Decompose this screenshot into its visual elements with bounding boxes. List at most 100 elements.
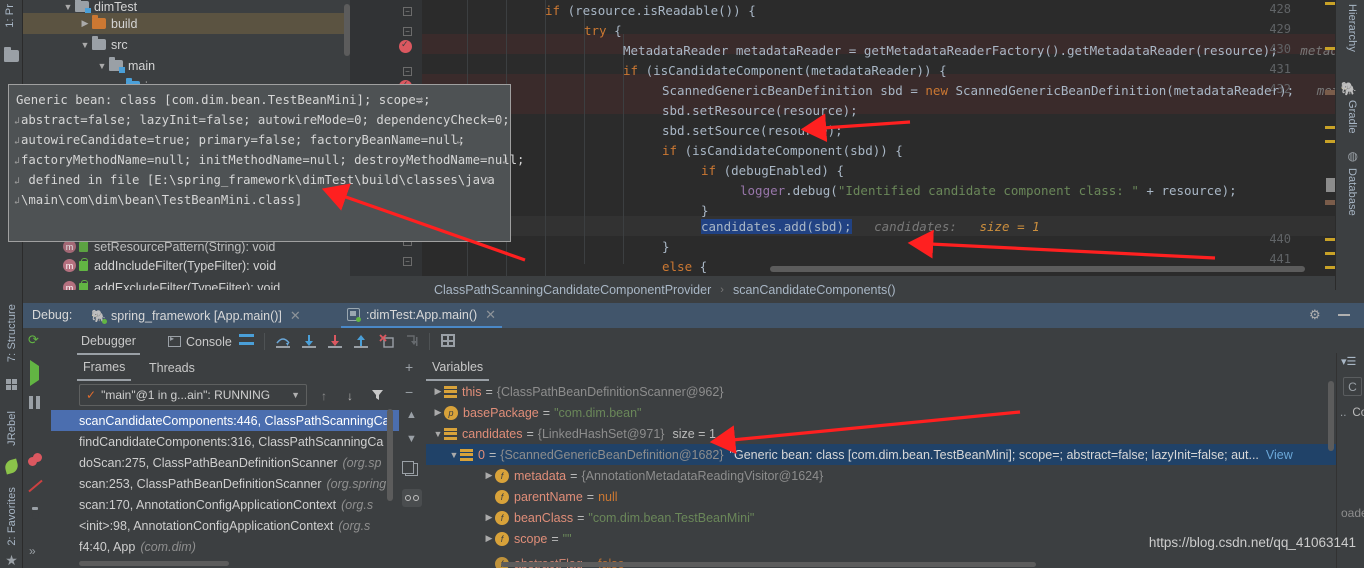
chevron-right-icon[interactable]: ▶ [432,407,444,418]
remove-icon[interactable]: − [405,384,413,400]
step-out-icon[interactable] [353,334,369,349]
tab-frames[interactable]: Frames [77,355,132,381]
sidebar-item-favorites[interactable]: 2: Favorites [6,487,18,546]
marker-stripe-mark[interactable] [1325,47,1335,50]
chevron-right-icon[interactable]: ▶ [483,512,495,523]
console-toggle-icon[interactable]: C [1343,377,1362,396]
chevron-right-icon[interactable]: ▶ [483,470,495,481]
sidebar-item-hierarchy[interactable]: Hierarchy [1346,4,1358,52]
code-fold-icon[interactable]: − [403,67,412,76]
code-fold-icon[interactable]: − [403,7,412,16]
variable-row-beanclass[interactable]: ▶ f beanClass = "com.dim.bean.TestBeanMi… [426,507,1336,528]
marker-stripe-mark[interactable] [1325,90,1335,95]
ellipsis-icon[interactable]: .. [1340,407,1346,419]
marker-stripe-mark[interactable] [1325,238,1335,241]
run-to-cursor-icon[interactable] [405,334,421,349]
pause-program-icon[interactable] [29,396,42,409]
marker-stripe-mark[interactable] [1325,140,1335,143]
tab-debugger[interactable]: Debugger [77,328,140,355]
breakpoint-icon[interactable] [399,39,412,53]
marker-stripe-mark[interactable] [1325,252,1335,255]
variable-row-index-0[interactable]: ▼ 0 = {ScannedGenericBeanDefinition@1682… [426,444,1336,465]
variables-vertical-scrollbar[interactable] [1328,381,1334,451]
run-tab-dimtest[interactable]: :dimTest:App.main() ✕ [341,303,503,328]
step-over-icon[interactable] [275,334,291,349]
drop-frame-icon[interactable] [379,334,395,349]
breadcrumb-class[interactable]: ClassPathScanningCandidateComponentProvi… [434,283,711,297]
evaluate-expression-icon[interactable] [441,334,455,347]
tab-variables[interactable]: Variables [426,355,490,381]
marker-stripe-mark[interactable] [1326,178,1335,192]
copy-icon[interactable] [402,461,418,476]
overflow-icon[interactable]: ▾☰ [1341,355,1356,368]
counter-label[interactable]: Cou [1352,407,1364,419]
frame-row[interactable]: doScan:275, ClassPathBeanDefinitionScann… [51,452,399,473]
move-down-icon[interactable]: ↓ [347,389,353,403]
down-icon[interactable]: ▼ [406,433,417,445]
filter-icon[interactable] [371,389,384,401]
stack-frame-icon [444,385,457,398]
chevron-down-icon[interactable]: ▼ [78,40,92,50]
up-icon[interactable]: ▲ [406,409,417,421]
sidebar-item-database[interactable]: Database [1346,168,1358,216]
editor-horizontal-scrollbar[interactable] [770,266,1305,272]
sidebar-item-gradle[interactable]: Gradle [1346,100,1358,134]
sidebar-item-project[interactable]: 1: Pr [4,4,16,28]
frames-panel[interactable]: ✓ "main"@1 in g...ain": RUNNING ▼ ↑ ↓ sc… [51,381,399,568]
frame-row[interactable]: scan:253, ClassPathBeanDefinitionScanner… [51,473,399,494]
view-link[interactable]: View [1266,448,1293,462]
marker-stripe-mark[interactable] [1325,126,1335,129]
run-tab-spring-framework[interactable]: 🐘 spring_framework [App.main()] ✕ [85,303,307,328]
resume-program-icon[interactable] [30,360,39,386]
marker-stripe-mark[interactable] [1325,2,1335,5]
add-icon[interactable]: + [405,359,413,375]
chevron-right-icon[interactable]: ▶ [432,386,444,397]
variable-row-parentname[interactable]: f parentName = null [426,486,1336,507]
sidebar-item-jrebel[interactable]: JRebel [6,411,18,446]
watch-icon[interactable] [402,489,422,507]
tab-threads[interactable]: Threads [143,355,201,381]
structure-member-row[interactable]: m addExcludeFilter(TypeFilter): void [23,277,350,290]
frame-row[interactable]: <init>:98, AnnotationConfigApplicationCo… [51,515,399,536]
expand-icon[interactable]: » [29,544,36,558]
breadcrumb-method[interactable]: scanCandidateComponents() [733,283,896,297]
variable-row-metadata[interactable]: ▶ f metadata = {AnnotationMetadataReadin… [426,465,1336,486]
frame-row[interactable]: findCandidateComponents:316, ClassPathSc… [51,431,399,452]
sidebar-item-structure[interactable]: 7: Structure [6,304,18,362]
gear-icon[interactable]: ⚙ [1309,308,1322,322]
frame-row[interactable]: scanCandidateComponents:446, ClassPathSc… [51,410,399,431]
show-execution-point-icon[interactable] [239,334,254,345]
tree-node-build[interactable]: ▶ build [23,13,350,34]
structure-member-row[interactable]: m addIncludeFilter(TypeFilter): void [23,255,350,276]
marker-stripe-mark[interactable] [1325,200,1335,205]
move-up-icon[interactable]: ↑ [321,389,327,403]
variable-row-candidates[interactable]: ▼ candidates = {LinkedHashSet@971} size … [426,423,1336,444]
variables-horizontal-scrollbar[interactable] [501,562,1036,567]
code-fold-icon[interactable]: − [403,27,412,36]
chevron-down-icon[interactable]: ▼ [291,390,300,400]
chevron-right-icon[interactable]: ▶ [483,533,495,544]
variable-row-basepackage[interactable]: ▶ p basePackage = "com.dim.bean" [426,402,1336,423]
code-fold-icon[interactable]: − [403,257,412,266]
chevron-down-icon[interactable]: ▼ [61,2,75,12]
chevron-right-icon[interactable]: ▶ [78,18,92,29]
minimize-icon[interactable] [1338,314,1350,316]
close-icon[interactable]: ✕ [290,308,301,324]
close-icon[interactable]: ✕ [485,307,496,323]
chevron-down-icon[interactable]: ▼ [95,61,109,71]
force-step-into-icon[interactable] [327,334,343,349]
chevron-down-icon[interactable]: ▼ [432,429,444,439]
variable-row-this[interactable]: ▶ this = {ClassPathBeanDefinitionScanner… [426,381,1336,402]
marker-stripe-mark[interactable] [1325,266,1335,269]
tree-node-src[interactable]: ▼ src [23,34,350,55]
chevron-down-icon[interactable]: ▼ [448,450,460,460]
tab-console[interactable]: Console [164,328,236,355]
frames-scrollbar[interactable] [387,409,393,501]
frame-row[interactable]: scan:170, AnnotationConfigApplicationCon… [51,494,399,515]
frame-row[interactable]: f4:40, App (com.dim) [51,536,399,557]
frames-horizontal-scrollbar[interactable] [79,561,229,566]
step-into-icon[interactable] [301,334,317,349]
rerun-icon[interactable]: ⟳ [28,332,44,348]
thread-selector[interactable]: ✓ "main"@1 in g...ain": RUNNING ▼ [79,384,307,406]
tree-node-main[interactable]: ▼ main [23,55,350,76]
